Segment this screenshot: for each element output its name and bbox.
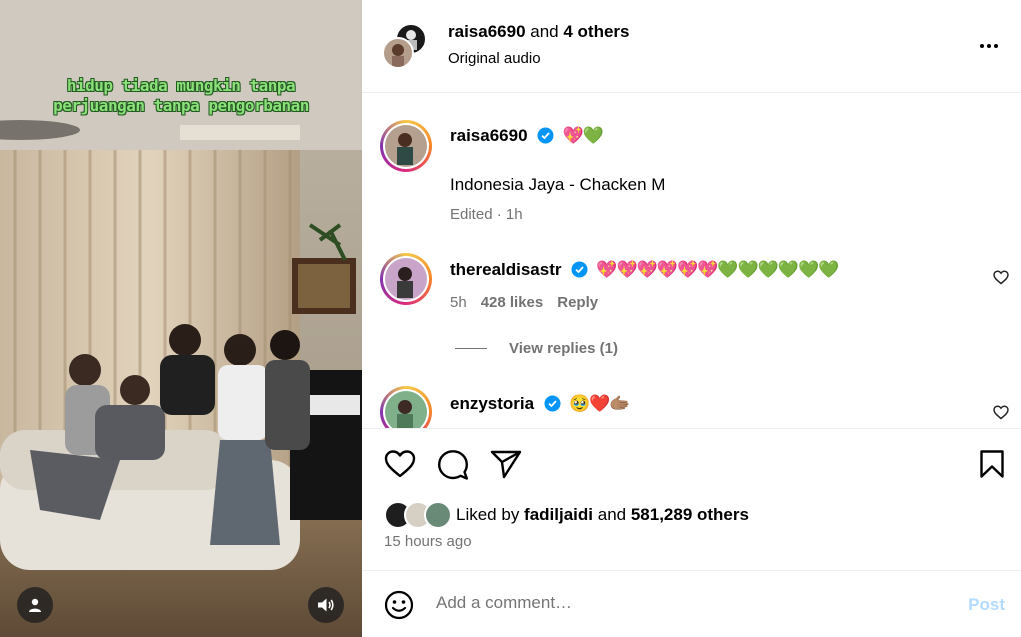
- comment-username[interactable]: therealdisastr: [450, 260, 562, 279]
- smiley-icon[interactable]: [384, 590, 414, 620]
- likes-summary: Liked by fadiljaidi and 581,289 others: [384, 501, 749, 529]
- divider: [455, 348, 487, 349]
- comments-list[interactable]: raisa6690 💖💚 Indonesia Jaya - Chacken M …: [362, 94, 1021, 428]
- post-title: raisa6690 and 4 others: [448, 22, 629, 42]
- caption-text: Indonesia Jaya - Chacken M: [450, 175, 666, 194]
- avatar[interactable]: [380, 253, 432, 305]
- likes-count-link[interactable]: 581,289 others: [631, 505, 749, 524]
- comment-emojis: 💖💖💖💖💖💖💚💚💚💚💚💚: [596, 260, 839, 279]
- bookmark-icon[interactable]: [979, 449, 1005, 479]
- heart-icon[interactable]: [384, 449, 416, 479]
- verified-badge-icon: [571, 261, 588, 278]
- caption-header: raisa6690 💖💚: [450, 126, 604, 146]
- comment-input[interactable]: [436, 593, 936, 613]
- more-options-button[interactable]: [977, 34, 1001, 58]
- video-caption-line-2: perjuangan tanpa pengorbanan: [53, 96, 309, 115]
- comment-header: therealdisastr 💖💖💖💖💖💖💚💚💚💚💚💚: [450, 260, 839, 280]
- verified-badge-icon: [537, 127, 554, 144]
- liked-by-user[interactable]: fadiljaidi: [524, 505, 593, 524]
- caption-meta: Edited · 1h: [450, 206, 523, 223]
- audio-toggle-button[interactable]: [308, 587, 344, 623]
- view-replies-label: View replies (1): [509, 340, 618, 357]
- like-comment-heart-icon[interactable]: [993, 405, 1009, 420]
- send-icon[interactable]: [490, 449, 522, 479]
- comment-meta: 5h 428 likes Reply: [450, 294, 598, 311]
- user-icon: [29, 598, 41, 612]
- avatar: [424, 501, 452, 529]
- collab-avatars[interactable]: [382, 23, 428, 69]
- more-options-icon: [980, 44, 984, 48]
- video-caption-line-1: hidup tiada mungkin tanpa: [66, 76, 296, 95]
- audio-link[interactable]: Original audio: [448, 50, 541, 67]
- verified-badge-icon: [544, 395, 561, 412]
- comment-likes[interactable]: 428 likes: [481, 294, 544, 311]
- caption-emojis: 💖💚: [562, 126, 603, 145]
- liked-by-prefix: Liked by: [456, 505, 525, 524]
- comment-time[interactable]: 5h: [450, 294, 467, 311]
- post-comment-button[interactable]: Post: [968, 595, 1005, 615]
- comment-icon[interactable]: [437, 449, 469, 481]
- caption-username[interactable]: raisa6690: [450, 126, 528, 145]
- post-media[interactable]: hidup tiada mungkin tanpa perjuangan tan…: [0, 0, 362, 637]
- like-comment-heart-icon[interactable]: [993, 270, 1009, 285]
- post-timestamp[interactable]: 15 hours ago: [384, 533, 472, 550]
- tagged-users-button[interactable]: [17, 587, 53, 623]
- comment-username[interactable]: enzystoria: [450, 394, 534, 413]
- comment-header: enzystoria 🥹❤️🫱🏽: [450, 394, 631, 414]
- avatar[interactable]: [380, 386, 432, 428]
- comment-emojis: 🥹❤️🫱🏽: [569, 394, 631, 413]
- post-header: raisa6690 and 4 others Original audio: [362, 0, 1021, 93]
- speaker-icon: [318, 598, 334, 612]
- reply-button[interactable]: Reply: [557, 294, 598, 311]
- post-detail-panel: raisa6690 and 4 others Original audio ra…: [362, 0, 1021, 637]
- author-username[interactable]: raisa6690: [448, 22, 526, 41]
- liker-avatars[interactable]: [384, 501, 452, 529]
- collaborators-link[interactable]: 4 others: [563, 22, 629, 41]
- view-replies-button[interactable]: View replies (1): [455, 340, 618, 357]
- title-connector: and: [525, 22, 564, 41]
- liked-by-mid: and: [593, 505, 631, 524]
- avatar: [382, 37, 414, 69]
- comment-composer: Post: [362, 570, 1021, 637]
- avatar[interactable]: [380, 120, 432, 172]
- liked-by-text: Liked by fadiljaidi and 581,289 others: [456, 505, 749, 525]
- post-actions: Liked by fadiljaidi and 581,289 others 1…: [362, 428, 1021, 570]
